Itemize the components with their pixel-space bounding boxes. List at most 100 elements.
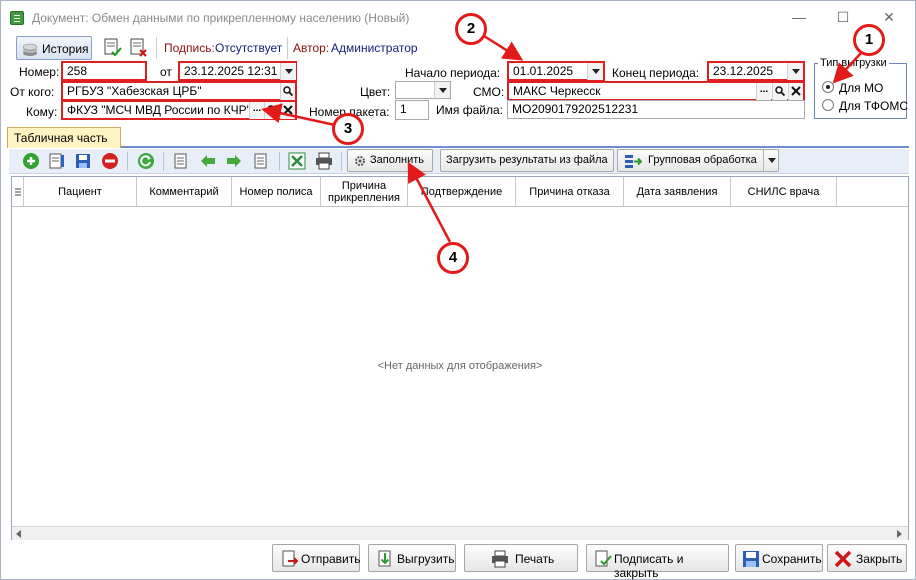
export-type-title: Тип выгрузки	[818, 57, 889, 69]
add-row-icon[interactable]	[22, 152, 40, 170]
column-header-policy[interactable]: Номер полиса	[232, 177, 321, 207]
column-header-application-date[interactable]: Дата заявления	[624, 177, 731, 207]
upload-label: Выгрузить	[397, 552, 455, 566]
delete-row-icon[interactable]	[101, 152, 119, 170]
gear-icon	[355, 156, 365, 166]
column-header-confirmation[interactable]: Подтверждение	[408, 177, 516, 207]
empty-grid-message: <Нет данных для отображения>	[377, 360, 543, 372]
column-header-refusal-reason[interactable]: Причина отказа	[516, 177, 624, 207]
close-icon	[834, 550, 852, 568]
from-search-button[interactable]	[280, 83, 295, 100]
signature-label: Подпись:	[164, 41, 215, 55]
columns-icon	[14, 188, 21, 196]
to-clear-button[interactable]	[280, 102, 295, 119]
column-header-reason[interactable]: Причина прикрепления	[321, 177, 408, 207]
scroll-right-icon[interactable]	[897, 530, 902, 538]
toolbar-divider	[287, 37, 288, 59]
search-icon	[775, 86, 786, 97]
callout-3: 3	[332, 113, 364, 145]
from-field[interactable]: РГБУЗ "Хабезская ЦРБ"	[61, 81, 297, 101]
column-header-doctor-snils[interactable]: СНИЛС врача	[731, 177, 837, 207]
column-chooser[interactable]	[12, 177, 24, 207]
horizontal-scrollbar[interactable]	[12, 526, 908, 540]
toolbar-divider	[341, 152, 342, 171]
period-end-dropdown-button[interactable]	[787, 63, 803, 80]
arrow-left-icon[interactable]	[199, 152, 217, 170]
number-label: Номер:	[19, 65, 60, 79]
smo-clear-button[interactable]	[788, 83, 803, 100]
document-icon	[10, 11, 24, 25]
chevron-down-icon[interactable]	[768, 158, 776, 163]
to-label: Кому:	[26, 105, 58, 119]
smo-select-button[interactable]: ...	[756, 83, 771, 100]
scroll-left-icon[interactable]	[16, 530, 21, 538]
to-search-button[interactable]	[264, 102, 279, 119]
refresh-icon[interactable]	[137, 152, 155, 170]
sign-document-icon	[595, 550, 612, 567]
radio-for-tfoms[interactable]	[822, 99, 834, 111]
tab-strip	[9, 126, 909, 148]
period-end-label: Конец периода:	[612, 66, 700, 80]
document-check-icon[interactable]	[104, 38, 122, 58]
date-dropdown-button[interactable]	[280, 63, 296, 80]
author-label: Автор:	[293, 41, 330, 55]
tab-table-part[interactable]: Табличная часть	[7, 127, 121, 148]
toolbar-divider	[156, 37, 157, 59]
download-icon	[378, 550, 391, 567]
load-results-button[interactable]: Загрузить результаты из файла	[440, 149, 614, 172]
sign-close-label: Подписать и закрыть	[614, 552, 684, 580]
close-label: Закрыть	[856, 552, 903, 566]
radio-for-mo[interactable]	[822, 81, 834, 93]
clear-icon	[283, 105, 293, 115]
to-select-button[interactable]: ...	[249, 102, 264, 119]
document-window: Документ: Обмен данными по прикрепленном…	[0, 0, 916, 580]
fill-button-label: Заполнить	[370, 154, 425, 166]
close-window-button[interactable]: ✕	[877, 7, 901, 27]
upload-button[interactable]: Выгрузить	[368, 544, 456, 572]
toolbar-divider	[127, 152, 128, 171]
minimize-button[interactable]: —	[787, 7, 811, 27]
column-header-patient[interactable]: Пациент	[24, 177, 137, 207]
period-start-value: 01.01.2025	[513, 64, 574, 78]
excel-export-icon[interactable]	[288, 152, 306, 170]
smo-search-button[interactable]	[772, 83, 787, 100]
print-label: Печать	[515, 552, 555, 566]
period-start-dropdown-button[interactable]	[587, 63, 603, 80]
edit-list-icon[interactable]	[48, 152, 66, 170]
save-row-icon[interactable]	[74, 152, 92, 170]
save-button[interactable]: Сохранить	[735, 544, 823, 572]
print-button[interactable]: Печать	[464, 544, 578, 572]
document-delete-icon[interactable]	[130, 38, 148, 58]
toolbar-divider	[279, 152, 280, 171]
save-label: Сохранить	[762, 552, 822, 566]
to-value: ФКУЗ "МСЧ МВД России по КЧР"	[67, 103, 251, 117]
save-icon	[743, 551, 759, 567]
arrow-right-icon[interactable]	[225, 152, 243, 170]
send-button[interactable]: Отправить	[272, 544, 361, 572]
packet-field[interactable]: 1	[395, 100, 429, 120]
sign-and-close-button[interactable]: Подписать и закрыть	[586, 544, 729, 580]
group-processing-button[interactable]: Групповая обработка	[617, 149, 779, 172]
group-processing-icon	[625, 155, 642, 168]
filename-label: Имя файла:	[436, 103, 503, 117]
smo-label: СМО:	[473, 85, 505, 99]
date-value: 23.12.2025 12:31	[184, 64, 278, 78]
maximize-button[interactable]: ☐	[831, 7, 855, 27]
grid-header: Пациент Комментарий Номер полиса Причина…	[12, 177, 908, 207]
history-icon	[22, 43, 38, 56]
printer-icon[interactable]	[315, 152, 333, 170]
color-dropdown-button[interactable]	[434, 82, 450, 98]
move-list-icon[interactable]	[172, 152, 190, 170]
callout-1: 1	[853, 24, 885, 56]
window-title: Документ: Обмен данными по прикрепленном…	[32, 11, 410, 25]
fill-button[interactable]: Заполнить	[347, 149, 433, 172]
period-end-value: 23.12.2025	[713, 64, 774, 78]
column-header-comment[interactable]: Комментарий	[137, 177, 232, 207]
filename-field[interactable]: MO2090179202512231	[507, 100, 805, 119]
history-button[interactable]: История	[16, 36, 92, 60]
move-list-icon[interactable]	[252, 152, 270, 170]
number-field[interactable]: 258	[61, 61, 147, 81]
author-value: Администратор	[331, 41, 418, 55]
toolbar-divider	[163, 152, 164, 171]
close-button[interactable]: Закрыть	[827, 544, 907, 572]
